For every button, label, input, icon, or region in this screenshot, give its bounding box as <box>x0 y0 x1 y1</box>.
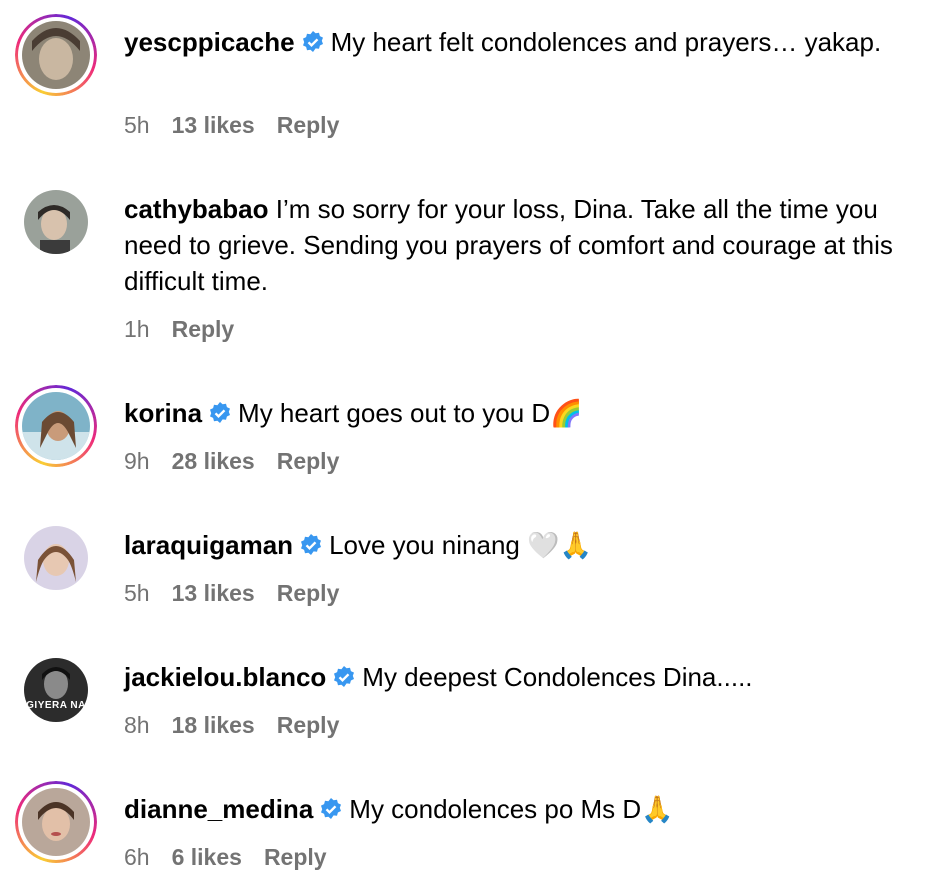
comment-likes[interactable]: 13 likes <box>172 112 255 139</box>
avatar-overlay-text: GIYERA NA <box>26 700 86 711</box>
comment-meta: 5h 13 likes Reply <box>124 112 339 139</box>
comment-username[interactable]: dianne_medina <box>124 794 313 824</box>
reply-button[interactable]: Reply <box>277 448 340 475</box>
comment-text: korina My heart goes out to you D🌈 <box>124 395 906 431</box>
comment-meta: 8h 18 likes Reply <box>124 712 339 739</box>
comment-meta: 5h 13 likes Reply <box>124 580 339 607</box>
avatar[interactable] <box>24 190 88 254</box>
comment-meta: 6h 6 likes Reply <box>124 844 327 871</box>
comment-likes[interactable]: 13 likes <box>172 580 255 607</box>
reply-button[interactable]: Reply <box>172 316 235 343</box>
comment-username[interactable]: korina <box>124 398 202 428</box>
comment-time: 6h <box>124 844 150 870</box>
comment-username[interactable]: laraquigaman <box>124 530 293 560</box>
reply-button[interactable]: Reply <box>277 112 340 139</box>
comment-meta: 9h 28 likes Reply <box>124 448 339 475</box>
comment-username[interactable]: yescppicache <box>124 27 295 57</box>
comment-time: 5h <box>124 580 150 606</box>
comment-body: My heart goes out to you D🌈 <box>238 398 583 428</box>
comment-body: Love you ninang 🤍🙏 <box>329 530 592 560</box>
comment-likes[interactable]: 18 likes <box>172 712 255 739</box>
comment-text: jackielou.blanco My deepest Condolences D… <box>124 659 906 695</box>
comment-username[interactable]: cathybabao <box>124 194 269 224</box>
avatar[interactable] <box>15 385 97 467</box>
avatar[interactable] <box>24 526 88 590</box>
comment-text: dianne_medina My condolences po Ms D🙏 <box>124 791 906 827</box>
comment-text: yescppicache My heart felt condolences an… <box>124 24 906 60</box>
comment-body: My condolences po Ms D🙏 <box>349 794 674 824</box>
reply-button[interactable]: Reply <box>277 712 340 739</box>
verified-badge-icon <box>210 402 231 423</box>
reply-button[interactable]: Reply <box>277 580 340 607</box>
comment-text: laraquigaman Love you ninang 🤍🙏 <box>124 527 906 563</box>
comment-time: 5h <box>124 112 150 138</box>
comment-body: My heart felt condolences and prayers… y… <box>330 27 882 57</box>
verified-badge-icon <box>334 666 355 687</box>
avatar[interactable]: GIYERA NA <box>24 658 88 722</box>
comment-time: 9h <box>124 448 150 474</box>
verified-badge-icon <box>302 31 323 52</box>
comment-time: 1h <box>124 316 150 342</box>
comment-likes[interactable]: 28 likes <box>172 448 255 475</box>
comment-time: 8h <box>124 712 150 738</box>
verified-badge-icon <box>301 534 322 555</box>
avatar[interactable] <box>15 14 97 96</box>
verified-badge-icon <box>321 798 342 819</box>
reply-button[interactable]: Reply <box>264 844 327 871</box>
avatar[interactable] <box>15 781 97 863</box>
comment-text: cathybabao I’m so sorry for your loss, D… <box>124 191 906 299</box>
comment-username[interactable]: jackielou.blanco <box>124 662 326 692</box>
comment-body: My deepest Condolences Dina..... <box>362 662 753 692</box>
comment-meta: 1h Reply <box>124 316 234 343</box>
comment-likes[interactable]: 6 likes <box>172 844 242 871</box>
